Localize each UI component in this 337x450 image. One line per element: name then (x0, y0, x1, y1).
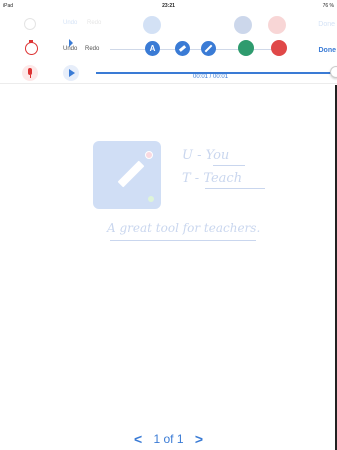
playback-slider-knob[interactable] (330, 66, 337, 78)
pen-icon (204, 44, 213, 53)
ghost-undo-label: Undo (63, 20, 78, 26)
tagline-t-teach: T - Teach (182, 171, 243, 186)
text-tool-button[interactable]: A (145, 41, 160, 56)
pen-tool-button[interactable] (201, 41, 216, 56)
ghost-swatch-icon (234, 16, 252, 34)
record-button[interactable] (22, 65, 38, 81)
drawing-toolbar: Undo Redo A Done (0, 38, 337, 62)
playback-bar: 00:01 / 00:01 (0, 62, 337, 84)
green-color-swatch[interactable] (238, 40, 254, 56)
done-button[interactable]: Done (319, 47, 337, 54)
next-page-button[interactable]: > (187, 431, 211, 447)
ghost-record-ring-icon (24, 18, 36, 30)
tagline-text: A great tool for teachers. (107, 221, 261, 235)
playback-time: 00:01 / 00:01 (193, 74, 229, 80)
record-ring-icon[interactable] (25, 40, 38, 55)
pencil-icon (117, 160, 145, 188)
ghost-swatch-icon (268, 16, 286, 34)
welcome-splash: U - You T - Teach A great tool for teach… (90, 138, 280, 253)
battery-level: 76 % (322, 3, 334, 9)
undo-button[interactable]: Undo (63, 46, 77, 52)
red-color-swatch[interactable] (271, 40, 287, 56)
ghost-done-label: Done (318, 21, 335, 28)
tagline-u-you: U - You (182, 148, 230, 163)
prev-page-button[interactable]: < (126, 431, 150, 447)
ghost-toolbar: Undo Redo Done (0, 10, 337, 38)
ghost-redo-label: Redo (87, 20, 102, 26)
microphone-icon (28, 68, 32, 75)
ghost-text-tool-icon (143, 16, 161, 34)
eraser-icon (178, 45, 187, 52)
app-logo (93, 141, 161, 209)
page-navigator: < 1 of 1 > (0, 431, 337, 447)
clock: 23:21 (162, 3, 175, 9)
eraser-tool-button[interactable] (175, 41, 190, 56)
play-icon (69, 69, 75, 77)
play-button[interactable] (63, 65, 79, 81)
redo-button[interactable]: Redo (85, 46, 99, 52)
page-count: 1 of 1 (153, 432, 184, 446)
